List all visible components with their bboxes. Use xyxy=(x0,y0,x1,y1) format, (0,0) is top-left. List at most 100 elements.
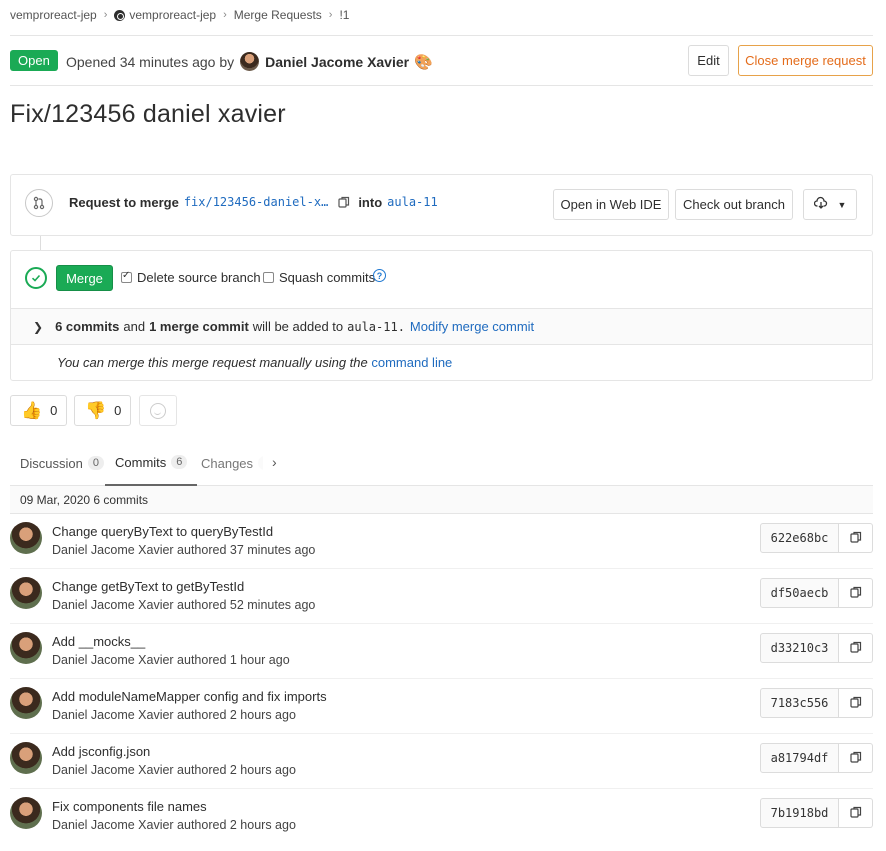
copy-sha-button[interactable] xyxy=(839,523,873,553)
commit-row: Add moduleNameMapper config and fix impo… xyxy=(10,679,873,734)
copy-sha-button[interactable] xyxy=(839,743,873,773)
divider xyxy=(10,35,873,36)
manual-merge-text: You can merge this merge request manuall… xyxy=(57,355,368,370)
tab-changes[interactable]: Changes 0 xyxy=(201,440,263,486)
commit-row: Add jsconfig.json Daniel Jacome Xavier a… xyxy=(10,734,873,789)
manual-merge-hint: You can merge this merge request manuall… xyxy=(57,355,452,370)
commit-sha-link[interactable]: a81794df xyxy=(760,743,839,773)
close-merge-request-button[interactable]: Close merge request xyxy=(738,45,873,76)
commit-sha-link[interactable]: df50aecb xyxy=(760,578,839,608)
checkbox-unchecked[interactable] xyxy=(263,272,274,283)
copy-icon xyxy=(849,530,862,546)
tab-label: Discussion xyxy=(20,455,83,471)
commit-message-link[interactable]: Add jsconfig.json xyxy=(52,744,150,759)
copy-sha-button[interactable] xyxy=(839,633,873,663)
chevron-right-icon: › xyxy=(223,9,227,21)
commits-summary-row[interactable]: ❯ 6 commits and 1 merge commit will be a… xyxy=(11,308,872,345)
commit-row: Change getByText to getByTestId Daniel J… xyxy=(10,569,873,624)
commit-sha-link[interactable]: 622e68bc xyxy=(760,523,839,553)
download-icon xyxy=(813,196,828,213)
copy-icon xyxy=(849,640,862,656)
thumbsdown-icon: 👎 xyxy=(85,400,107,420)
squash-commits-label: Squash commits xyxy=(279,270,376,285)
thumbsup-icon: 👍 xyxy=(21,400,43,420)
copy-icon[interactable] xyxy=(336,194,352,210)
merge-request-tabs: Discussion 0 Commits 6 Changes 0 › xyxy=(10,440,873,486)
thumbsdown-award-button[interactable]: 👎 0 xyxy=(74,395,131,426)
commits-count: 6 commits xyxy=(55,319,120,334)
merge-button[interactable]: Merge xyxy=(56,265,113,291)
avatar[interactable] xyxy=(10,797,42,829)
commit-message-link[interactable]: Fix components file names xyxy=(52,799,207,814)
opened-text: Opened 34 minutes ago by xyxy=(66,53,235,70)
squash-commits-checkbox[interactable]: Squash commits xyxy=(263,270,375,285)
project-avatar-icon xyxy=(114,9,126,21)
page-title: Fix/123456 daniel xavier xyxy=(10,100,286,128)
commit-message-link[interactable]: Add __mocks__ xyxy=(52,634,145,649)
and-text: and xyxy=(123,319,146,334)
copy-sha-button[interactable] xyxy=(839,798,873,828)
commit-sha-link[interactable]: 7b1918bd xyxy=(760,798,839,828)
commit-sha-link[interactable]: d33210c3 xyxy=(760,633,839,663)
author-name[interactable]: Daniel Jacome Xavier xyxy=(265,54,409,70)
delete-source-branch-checkbox[interactable]: Delete source branch xyxy=(121,270,261,285)
tab-commits[interactable]: Commits 6 xyxy=(105,440,198,486)
thumbsup-award-button[interactable]: 👍 0 xyxy=(10,395,67,426)
avatar[interactable] xyxy=(10,632,42,664)
avatar[interactable] xyxy=(10,577,42,609)
target-branch-link[interactable]: aula-11 xyxy=(387,195,438,209)
copy-sha-button[interactable] xyxy=(839,688,873,718)
commit-sha-link[interactable]: 7183c556 xyxy=(760,688,839,718)
help-icon[interactable]: ? xyxy=(373,269,386,282)
request-label: Request to merge xyxy=(69,194,179,210)
widget-connector xyxy=(40,236,41,250)
source-branch-link[interactable]: fix/123456-daniel-x… xyxy=(184,195,329,209)
add-reaction-button[interactable] xyxy=(139,395,177,426)
tab-label: Commits xyxy=(115,454,167,470)
chevron-right-icon[interactable]: ❯ xyxy=(33,320,43,334)
avatar[interactable] xyxy=(10,742,42,774)
breadcrumb: vemproreact-jep › vemproreact-jep › Merg… xyxy=(10,7,349,23)
modify-merge-commit-link[interactable]: Modify merge commit xyxy=(410,319,534,334)
opened-info: Opened 34 minutes ago by Daniel Jacome X… xyxy=(66,52,433,71)
tab-discussion[interactable]: Discussion 0 xyxy=(20,440,104,486)
target-branch-name: aula-11. xyxy=(347,319,405,334)
thumbsup-count: 0 xyxy=(50,403,58,418)
merge-request-widget-header: Request to merge fix/123456-daniel-x… in… xyxy=(10,174,873,236)
check-out-branch-button[interactable]: Check out branch xyxy=(675,189,793,220)
commit-message-link[interactable]: Change getByText to getByTestId xyxy=(52,579,244,594)
commit-meta: Daniel Jacome Xavier authored 2 hours ag… xyxy=(52,763,296,777)
divider xyxy=(10,85,873,86)
breadcrumb-group[interactable]: vemproreact-jep xyxy=(10,8,97,22)
commit-meta: Daniel Jacome Xavier authored 52 minutes… xyxy=(52,598,316,612)
delete-source-branch-label: Delete source branch xyxy=(137,270,261,285)
merge-commit-count: 1 merge commit xyxy=(149,319,249,334)
checkbox-checked[interactable] xyxy=(121,270,132,283)
into-label: into xyxy=(358,194,383,210)
download-dropdown-button[interactable]: ▼ xyxy=(803,189,857,220)
commit-row: Change queryByText to queryByTestId Dani… xyxy=(10,514,873,569)
copy-sha-button[interactable] xyxy=(839,578,873,608)
tab-count-badge: 6 xyxy=(171,455,188,469)
breadcrumb-current[interactable]: !1 xyxy=(339,8,349,22)
merge-widget: Merge Delete source branch Squash commit… xyxy=(10,250,873,381)
copy-icon xyxy=(849,805,862,821)
chevron-right-icon: › xyxy=(103,9,108,21)
edit-button[interactable]: Edit xyxy=(688,45,729,76)
thumbsdown-count: 0 xyxy=(114,403,122,418)
chevron-right-icon: › xyxy=(328,9,333,21)
breadcrumb-merge-requests[interactable]: Merge Requests xyxy=(234,8,322,22)
avatar[interactable] xyxy=(10,522,42,554)
command-line-link[interactable]: command line xyxy=(371,355,452,370)
commit-meta: Daniel Jacome Xavier authored 37 minutes… xyxy=(52,543,316,557)
commit-message-link[interactable]: Change queryByText to queryByTestId xyxy=(52,524,273,539)
commit-message-link[interactable]: Add moduleNameMapper config and fix impo… xyxy=(52,689,327,704)
check-circle-icon xyxy=(25,267,47,289)
merge-request-icon xyxy=(25,189,53,217)
author-avatar[interactable] xyxy=(240,52,260,71)
status-emoji-icon: 🎨 xyxy=(414,53,433,71)
open-web-ide-button[interactable]: Open in Web IDE xyxy=(553,189,669,220)
avatar[interactable] xyxy=(10,687,42,719)
chevron-right-icon[interactable]: › xyxy=(272,454,277,470)
breadcrumb-project[interactable]: vemproreact-jep xyxy=(129,8,216,22)
